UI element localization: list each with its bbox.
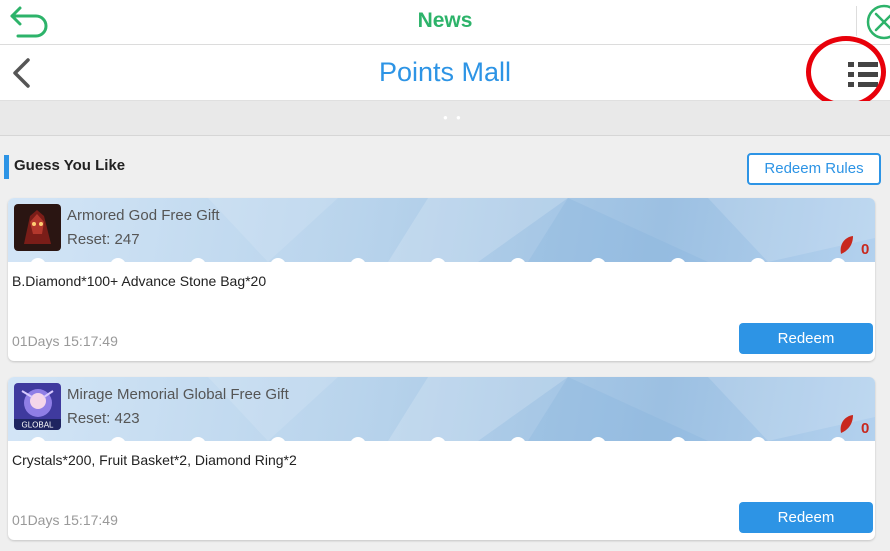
points-leaf-icon (840, 236, 853, 254)
reset-count: Reset: 247 (67, 231, 140, 248)
reset-count: Reset: 423 (67, 410, 140, 427)
section-title: Guess You Like (14, 157, 126, 174)
gift-card: GLOBAL Mirage Memorial Global Free Gift … (8, 377, 875, 540)
card-header: GLOBAL Mirage Memorial Global Free Gift … (8, 377, 875, 441)
points-leaf-icon (840, 415, 853, 433)
card-scallop-edge (30, 258, 846, 266)
countdown-timer: 01Days 15:17:49 (12, 333, 118, 349)
gift-card: Armored God Free Gift Reset: 247 0 B.Dia… (8, 198, 875, 361)
redeem-button[interactable]: Redeem (739, 502, 873, 533)
highlight-circle (806, 36, 886, 108)
game-icon (14, 204, 61, 251)
card-scallop-edge (30, 437, 846, 445)
top-bar: News (0, 0, 890, 45)
close-icon[interactable] (864, 2, 890, 42)
gift-description: B.Diamond*100+ Advance Stone Bag*20 (12, 273, 267, 289)
banner-pager-dots: ● ● (443, 113, 464, 122)
points-cost: 0 (861, 420, 870, 437)
page-title: Points Mall (378, 57, 512, 87)
gift-name: Armored God Free Gift (67, 207, 220, 224)
gift-name: Mirage Memorial Global Free Gift (67, 386, 289, 403)
game-icon: GLOBAL (14, 383, 61, 430)
gift-description: Crystals*200, Fruit Basket*2, Diamond Ri… (12, 452, 297, 468)
redeem-button[interactable]: Redeem (739, 323, 873, 354)
card-header: Armored God Free Gift Reset: 247 0 (8, 198, 875, 262)
points-cost: 0 (861, 241, 870, 258)
countdown-timer: 01Days 15:17:49 (12, 512, 118, 528)
redeem-rules-button[interactable]: Redeem Rules (747, 153, 881, 185)
section-accent-bar (4, 155, 9, 179)
svg-text:GLOBAL: GLOBAL (21, 421, 54, 430)
top-title: News (417, 9, 473, 32)
page-header: Points Mall (0, 45, 890, 101)
banner-area[interactable]: ● ● (0, 101, 890, 136)
divider (856, 6, 857, 36)
